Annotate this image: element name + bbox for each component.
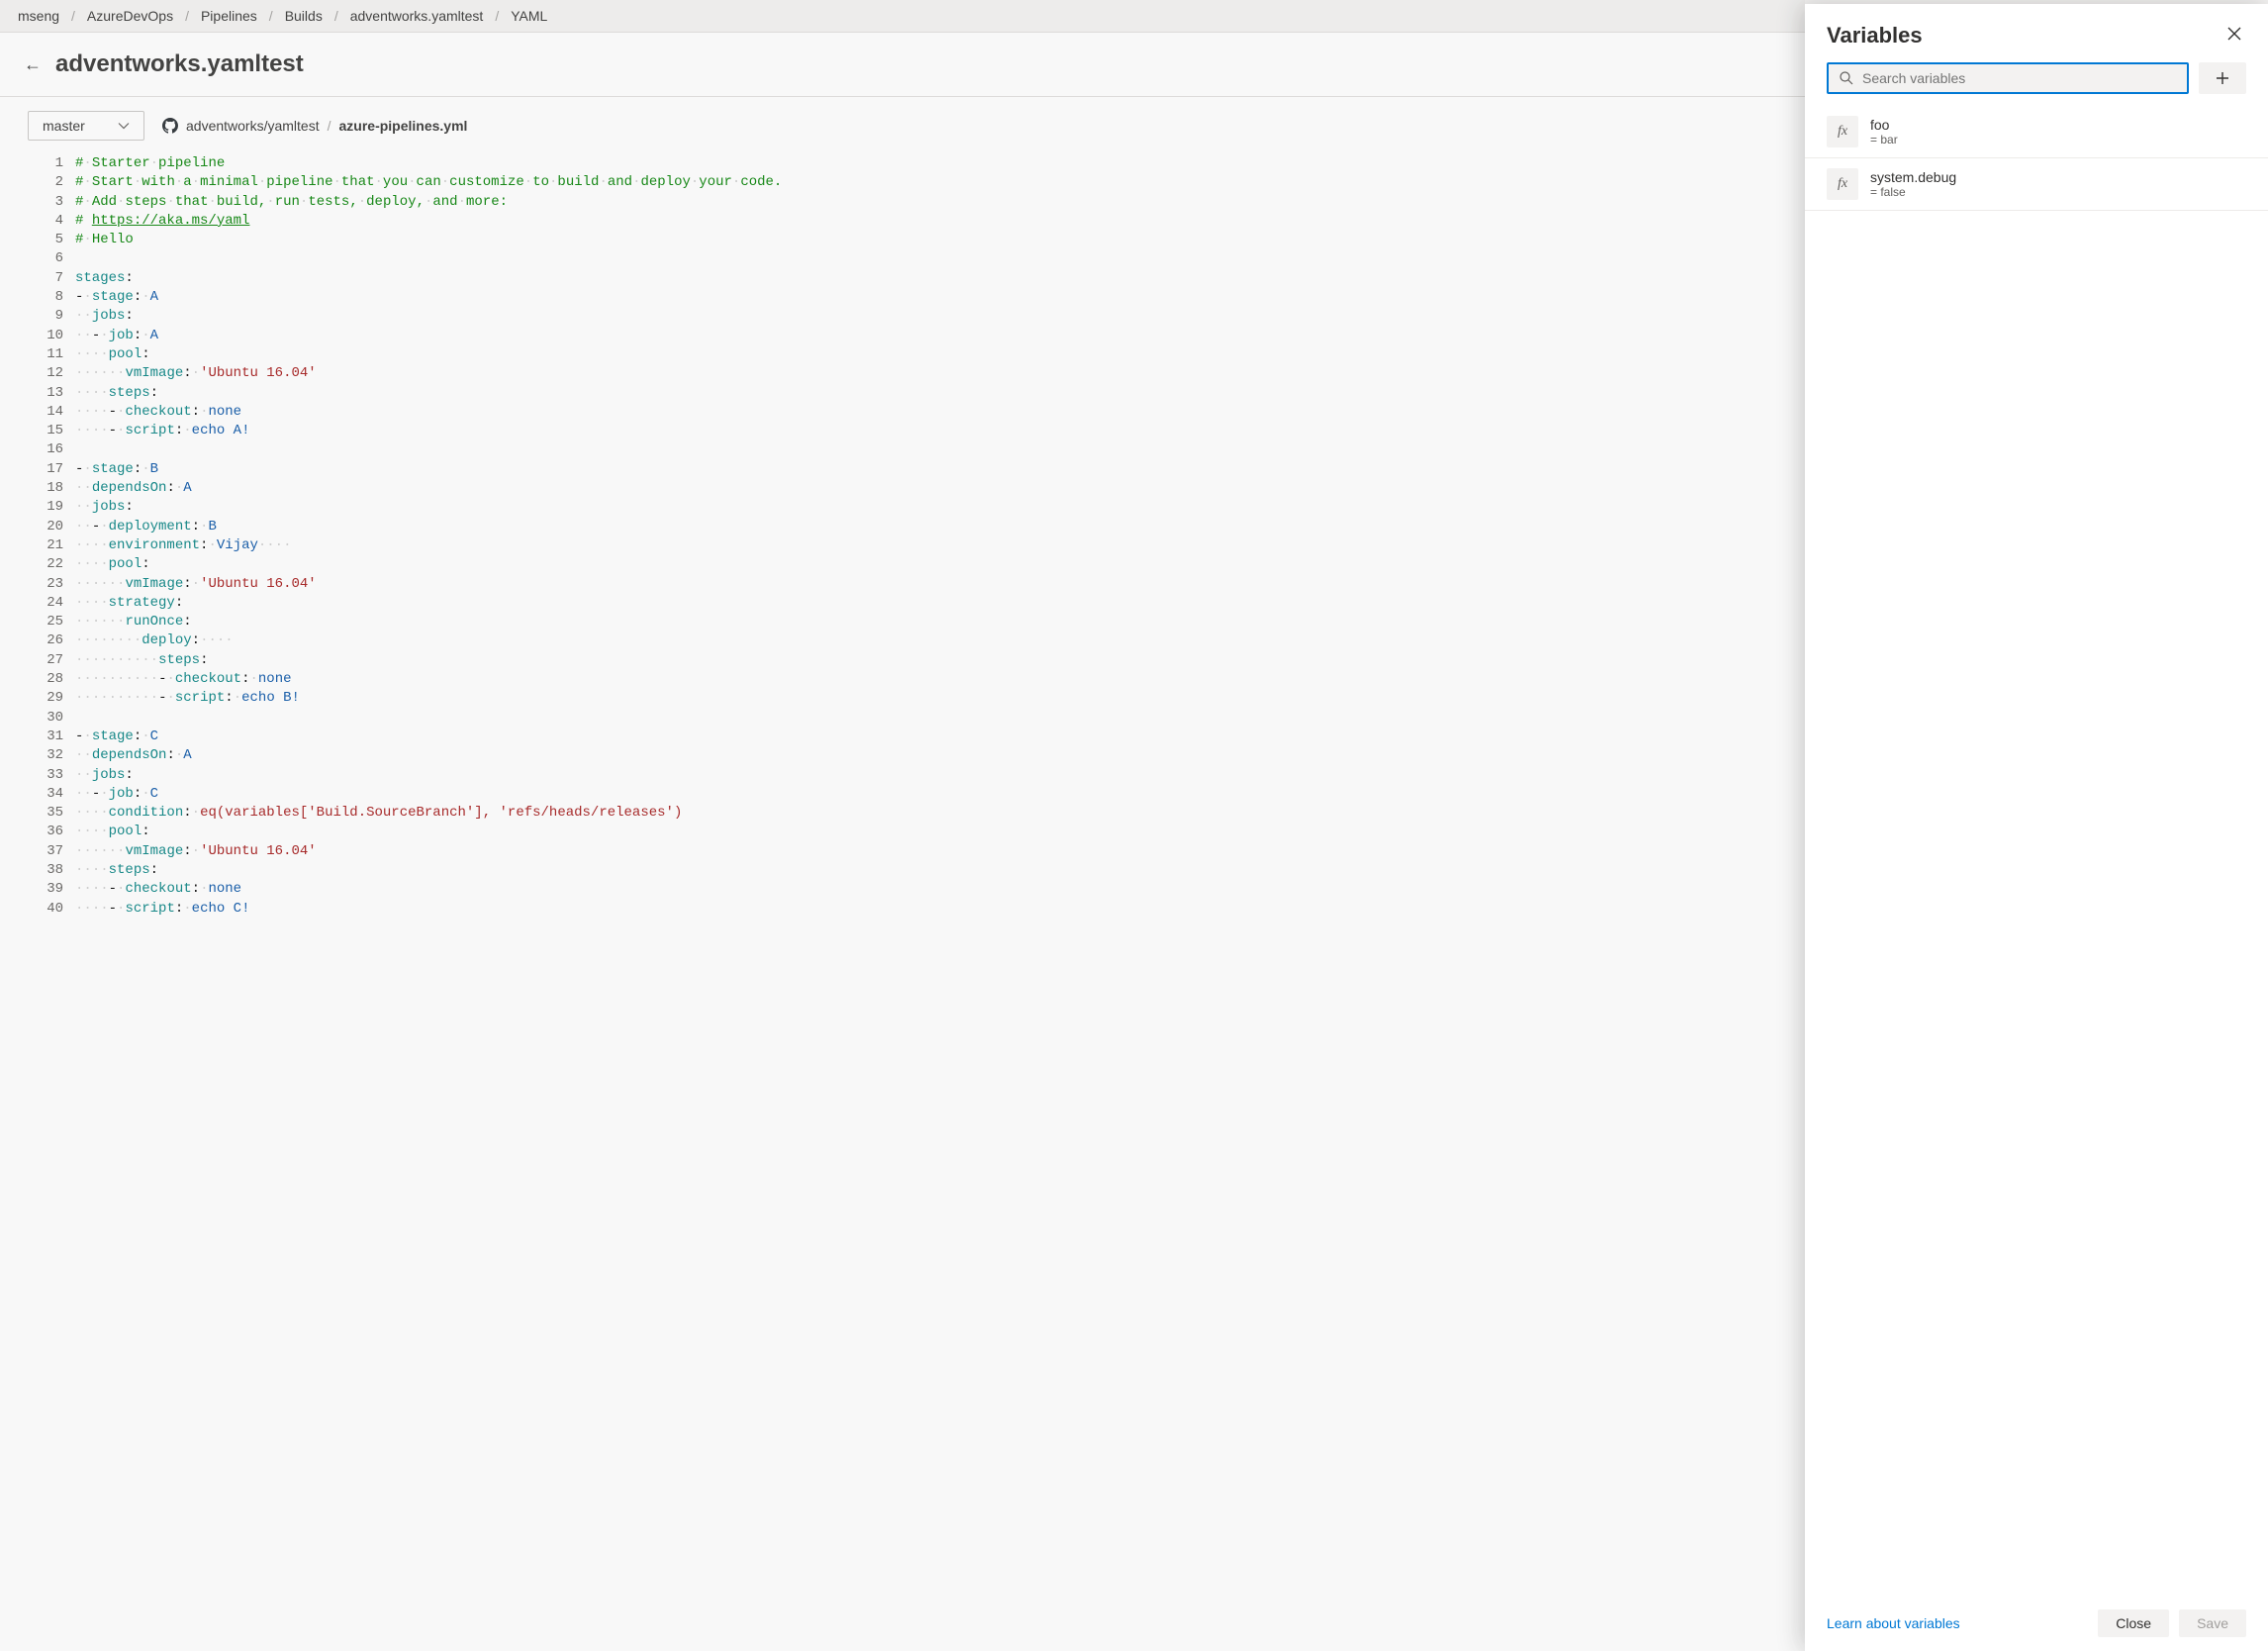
panel-title: Variables bbox=[1827, 23, 1923, 49]
fx-icon: fx bbox=[1827, 116, 1858, 147]
breadcrumb-separator: / bbox=[334, 8, 338, 24]
breadcrumb-item[interactable]: AzureDevOps bbox=[87, 8, 173, 24]
repo-name[interactable]: adventworks/yamltest bbox=[186, 118, 320, 134]
breadcrumb-item[interactable]: adventworks.yamltest bbox=[350, 8, 484, 24]
breadcrumb-separator: / bbox=[71, 8, 75, 24]
branch-name: master bbox=[43, 118, 85, 134]
file-name: azure-pipelines.yml bbox=[339, 118, 468, 134]
github-icon bbox=[162, 118, 178, 134]
variable-value: = false bbox=[1870, 185, 1956, 199]
learn-link[interactable]: Learn about variables bbox=[1827, 1615, 1960, 1631]
breadcrumb-separator: / bbox=[185, 8, 189, 24]
variables-panel: Variables fxfoo= barfxsystem.debug= fals… bbox=[1805, 4, 2268, 1651]
path-separator: / bbox=[328, 118, 331, 134]
close-icon[interactable] bbox=[2222, 22, 2246, 49]
variables-list: fxfoo= barfxsystem.debug= false bbox=[1805, 106, 2268, 1596]
page-title: adventworks.yamltest bbox=[55, 50, 304, 78]
chevron-down-icon bbox=[118, 120, 130, 132]
breadcrumb-item[interactable]: YAML bbox=[511, 8, 547, 24]
close-button[interactable]: Close bbox=[2098, 1609, 2169, 1637]
line-gutter: 1234567891011121314151617181920212223242… bbox=[28, 154, 75, 919]
search-input[interactable] bbox=[1862, 70, 2177, 86]
fx-icon: fx bbox=[1827, 168, 1858, 200]
add-variable-button[interactable] bbox=[2199, 62, 2246, 94]
breadcrumb-separator: / bbox=[269, 8, 273, 24]
variable-item[interactable]: fxfoo= bar bbox=[1805, 106, 2268, 158]
breadcrumb-item[interactable]: mseng bbox=[18, 8, 59, 24]
breadcrumb-item[interactable]: Pipelines bbox=[201, 8, 257, 24]
breadcrumb-item[interactable]: Builds bbox=[285, 8, 323, 24]
search-icon bbox=[1839, 70, 1854, 86]
variable-item[interactable]: fx system.debug= false bbox=[1805, 158, 2268, 211]
branch-selector[interactable]: master bbox=[28, 111, 144, 141]
search-variables-box[interactable] bbox=[1827, 62, 2189, 94]
back-arrow-icon[interactable]: ← bbox=[24, 54, 42, 75]
repo-path: adventworks/yamltest / azure-pipelines.y… bbox=[162, 118, 467, 134]
variable-name: foo bbox=[1870, 117, 1898, 133]
breadcrumb-separator: / bbox=[495, 8, 499, 24]
save-button: Save bbox=[2179, 1609, 2246, 1637]
variable-value: = bar bbox=[1870, 133, 1898, 146]
variable-name: system.debug bbox=[1870, 169, 1956, 185]
